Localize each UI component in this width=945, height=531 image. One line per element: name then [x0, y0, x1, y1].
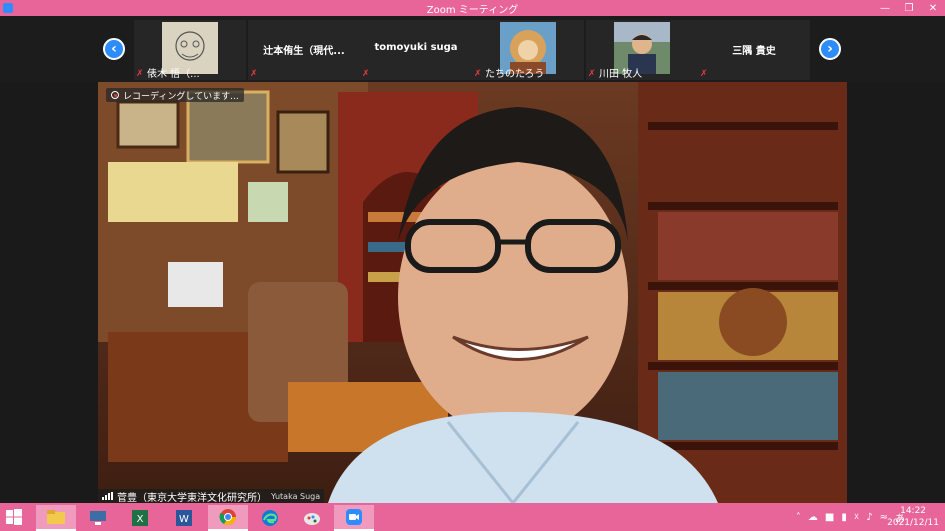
computer-network-icon	[90, 511, 106, 525]
svg-text:W: W	[179, 514, 189, 525]
close-icon[interactable]: ✕	[921, 0, 945, 16]
video-letterbox	[847, 82, 945, 503]
window-controls: — ❐ ✕	[873, 0, 945, 16]
paint-button[interactable]	[292, 505, 332, 531]
recording-indicator[interactable]: レコーディングしています...	[106, 88, 244, 102]
window-title: Zoom ミーティング	[426, 4, 519, 16]
previous-page-button[interactable]: ‹	[103, 38, 125, 60]
edge-icon	[262, 510, 278, 526]
chrome-icon	[219, 509, 237, 526]
file-explorer-button[interactable]	[36, 505, 76, 531]
system-clock[interactable]: 14:22 2021/12/11	[887, 505, 939, 529]
excel-button[interactable]: X	[120, 505, 160, 531]
security-icon[interactable]: ■	[825, 512, 834, 523]
muted-mic-icon: ✗	[588, 69, 596, 79]
edge-button[interactable]	[250, 505, 290, 531]
title-bar: Zoom ミーティング — ❐ ✕	[0, 0, 945, 16]
zoom-app-icon	[3, 3, 13, 13]
chevron-up-icon[interactable]: ˄	[796, 512, 801, 523]
record-icon	[111, 91, 119, 99]
speaker-name-label: 菅豊（東京大学東洋文化研究所） Yutaka Suga	[98, 489, 325, 504]
word-icon: W	[176, 510, 192, 526]
excel-icon: X	[132, 510, 148, 526]
muted-mic-icon: ✗	[250, 69, 258, 79]
virtual-background-library	[98, 82, 847, 503]
participant-name: 三隅 貴史	[732, 46, 776, 57]
restore-icon[interactable]: ❐	[897, 0, 921, 16]
participant-tile[interactable]: ✗ たちのたろう	[472, 20, 584, 80]
clock-time: 14:22	[900, 506, 927, 516]
folder-icon	[47, 510, 65, 524]
word-button[interactable]: W	[164, 505, 204, 531]
battery-icon[interactable]: ▮	[841, 512, 847, 523]
muted-mic-icon: ✗	[136, 69, 144, 79]
onedrive-icon[interactable]: ☁	[808, 512, 818, 523]
speaker-name: 菅豊（東京大学東洋文化研究所）	[117, 492, 267, 504]
participant-name: 川田 牧人	[599, 69, 643, 80]
participant-strip: ‹ ✗ 俵木 悟（... 辻本侑生（現代... ✗ tomoyuki suga …	[0, 16, 945, 82]
minimize-icon[interactable]: —	[873, 0, 897, 16]
participant-tile[interactable]: ✗ 俵木 悟（...	[134, 20, 246, 80]
paint-icon	[304, 513, 320, 525]
participant-tile[interactable]: tomoyuki suga ✗	[360, 20, 472, 80]
speaker-muted-icon[interactable]: ☓	[854, 512, 859, 523]
participant-name: 俵木 悟（...	[147, 69, 200, 80]
volume-icon[interactable]: ♪	[866, 512, 872, 523]
participant-name: 辻本侑生（現代...	[263, 46, 345, 57]
windows-taskbar: X W ˄ ☁ ■ ▮ ☓ ♪ ≈ あ 14:22 2021/12/11	[0, 503, 945, 531]
chrome-button[interactable]	[208, 505, 248, 531]
muted-mic-icon: ✗	[474, 69, 482, 79]
participant-name: tomoyuki suga	[374, 42, 458, 53]
connection-signal-icon	[102, 492, 113, 500]
active-speaker-video[interactable]: レコーディングしています... 菅豊（東京大学東洋文化研究所） Yutaka S…	[98, 82, 847, 503]
recording-label: レコーディングしています...	[123, 91, 239, 102]
network-app-button[interactable]	[78, 505, 118, 531]
windows-start-icon[interactable]	[4, 507, 24, 527]
next-page-button[interactable]: ›	[819, 38, 841, 60]
svg-text:X: X	[137, 514, 144, 525]
muted-mic-icon: ✗	[700, 69, 708, 79]
participant-tile[interactable]: ✗ 川田 牧人	[586, 20, 698, 80]
muted-mic-icon: ✗	[362, 69, 370, 79]
speaker-alt-name: Yutaka Suga	[271, 491, 321, 501]
participant-name: たちのたろう	[485, 69, 545, 80]
clock-date: 2021/12/11	[887, 518, 939, 528]
participant-tile[interactable]: 辻本侑生（現代... ✗	[248, 20, 360, 80]
zoom-button[interactable]	[334, 505, 374, 531]
zoom-icon	[346, 509, 362, 525]
participant-tile[interactable]: 三隅 貴史 ✗	[698, 20, 810, 80]
